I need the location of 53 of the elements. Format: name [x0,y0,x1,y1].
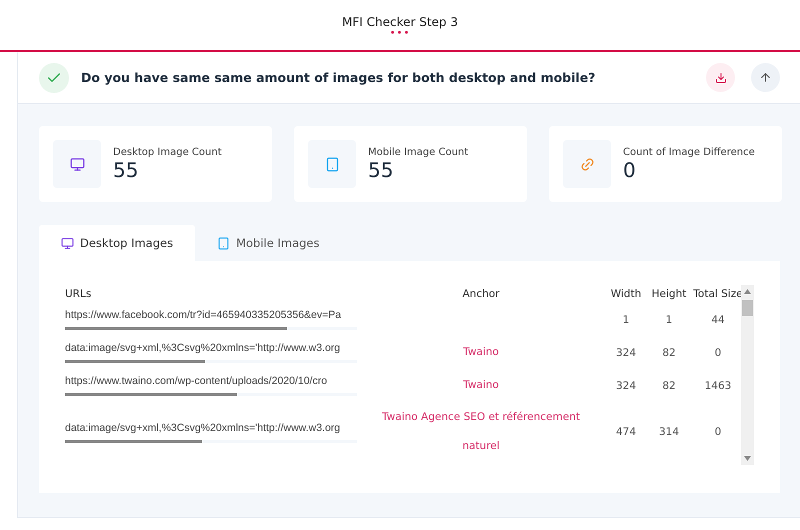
horizontal-scrollbar[interactable] [65,327,357,330]
column-header: Width [610,288,642,300]
anchor-cell-text: Twaino [462,378,500,393]
height-cell-text: 314 [658,426,680,438]
arrow-up-icon [759,71,772,84]
size-cell-text: 44 [710,314,726,326]
width-cell-text: 324 [614,380,638,392]
page-title: MFI Checker Step 3 [342,15,458,29]
size-cell-text: 0 [714,426,722,438]
scrollbar-thumb[interactable] [65,440,202,442]
tablet-icon [324,156,340,172]
height-cell-text: 1 [664,314,674,326]
monitor-icon [61,236,74,250]
stat-label: Desktop Image Count [113,146,222,158]
column-header: Height [650,288,688,300]
height-cell-text: 82 [661,346,677,358]
url-cell: data:image/svg+xml,%3Csvg%20xmlns='http://www.w3.org [65,422,340,434]
size-cell-text: 1463 [704,380,732,392]
vertical-scrollbar[interactable] [741,285,754,465]
anchor-cell-text: Twaino [462,345,500,360]
scrollbar-thumb[interactable] [742,300,753,316]
url-cell: https://www.twaino.com/wp-content/uploads/2020/10/cro [65,375,328,387]
download-icon [714,72,726,84]
horizontal-scrollbar[interactable] [65,360,357,363]
question-text: Do you have same same amount of images for both desktop and mobile? [81,70,596,85]
stat-value: 0 [623,158,637,182]
scrollbar-thumb[interactable] [65,393,238,396]
width-cell-text: 324 [614,346,638,358]
column-header: URLs [65,288,92,300]
horizontal-scrollbar[interactable] [65,440,357,442]
column-header: Anchor [461,288,500,300]
scroll-up-button[interactable] [751,63,780,92]
height-cell-text: 82 [661,380,677,392]
size-cell-text: 0 [714,346,722,358]
horizontal-scrollbar[interactable] [65,393,357,396]
monitor-icon [70,156,84,172]
stat-value: 55 [368,158,394,182]
url-cell: https://www.facebook.com/tr?id=465940335205356&ev=Pa [65,309,342,321]
url-cell: data:image/svg+xml,%3Csvg%20xmlns='http://www.w3.org [65,342,340,354]
tab[interactable]: Desktop Images [39,225,196,261]
width-cell-text: 1 [622,314,630,326]
width-cell-text: 474 [614,426,638,438]
step-dots: ••• [390,29,410,39]
stat-label: Mobile Image Count [368,146,468,158]
scroll-up-arrow-icon[interactable] [744,289,751,294]
scroll-down-arrow-icon[interactable] [744,456,751,461]
scrollbar-thumb[interactable] [65,327,287,330]
scrollbar-thumb[interactable] [65,360,206,363]
download-button[interactable] [706,63,735,92]
anchor-cell-text: Twaino Agence SEO et référencement naturel [381,410,581,454]
stat-label: Count of Image Difference [623,146,755,158]
stat-value: 55 [113,158,140,182]
tablet-icon [217,236,230,250]
